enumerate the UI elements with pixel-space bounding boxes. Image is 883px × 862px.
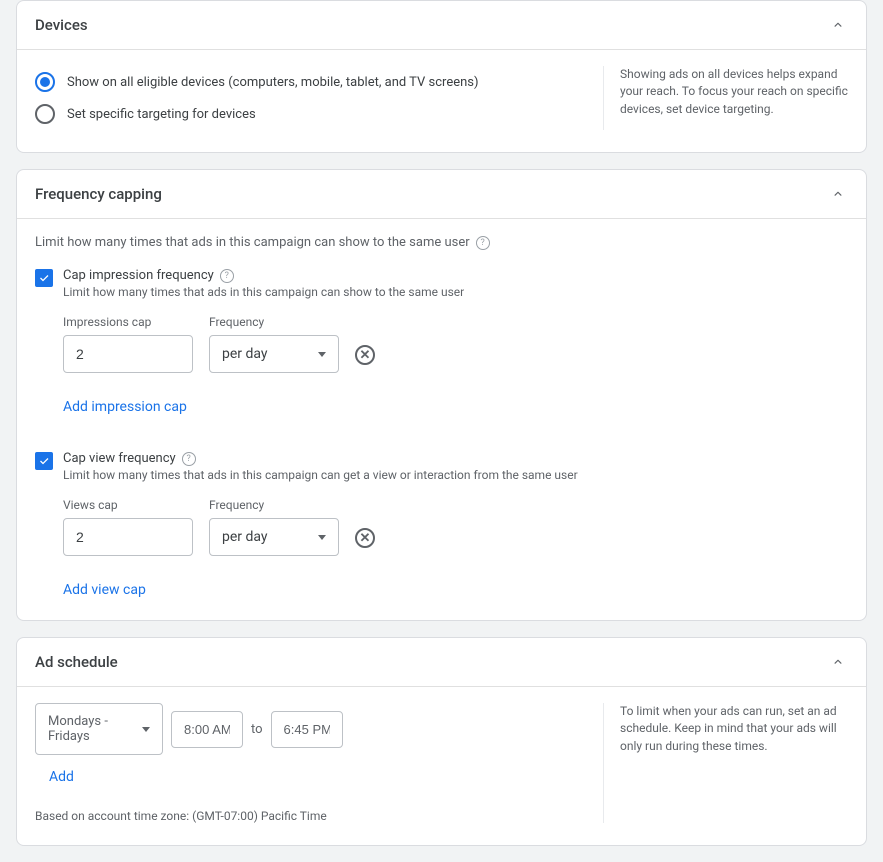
views-cap-input[interactable]: [63, 518, 193, 556]
devices-header[interactable]: Devices: [17, 1, 866, 50]
view-frequency-select[interactable]: per day: [209, 518, 339, 556]
chevron-up-icon[interactable]: [828, 652, 848, 672]
frequency-card: Frequency capping Limit how many times t…: [16, 169, 867, 621]
cap-impression-label: Cap impression frequency: [63, 268, 214, 283]
device-option-all-label: Show on all eligible devices (computers,…: [67, 75, 479, 90]
schedule-card: Ad schedule Mondays - Fridays to Add Bas…: [16, 637, 867, 846]
remove-impression-cap-icon[interactable]: ✕: [355, 345, 375, 365]
add-view-cap-link[interactable]: Add view cap: [63, 582, 146, 598]
frequency-header[interactable]: Frequency capping: [17, 170, 866, 219]
devices-options: Show on all eligible devices (computers,…: [35, 66, 587, 130]
impression-frequency-value: per day: [222, 346, 268, 362]
cap-view-checkbox[interactable]: [35, 452, 53, 470]
devices-card: Devices Show on all eligible devices (co…: [16, 0, 867, 153]
schedule-to-label: to: [251, 722, 263, 737]
device-option-specific-label: Set specific targeting for devices: [67, 107, 256, 122]
schedule-days-value: Mondays - Fridays: [48, 714, 142, 744]
remove-view-cap-icon[interactable]: ✕: [355, 528, 375, 548]
chevron-up-icon[interactable]: [828, 184, 848, 204]
cap-view-label: Cap view frequency: [63, 451, 176, 466]
device-option-specific[interactable]: Set specific targeting for devices: [35, 98, 587, 130]
schedule-add-link[interactable]: Add: [49, 769, 74, 785]
schedule-title: Ad schedule: [35, 653, 118, 671]
schedule-header[interactable]: Ad schedule: [17, 638, 866, 687]
caret-down-icon: [142, 727, 150, 732]
schedule-timezone-note: Based on account time zone: (GMT-07:00) …: [35, 809, 587, 823]
view-frequency-value: per day: [222, 529, 268, 545]
schedule-controls: Mondays - Fridays to Add Based on accoun…: [35, 703, 587, 823]
help-icon[interactable]: ?: [476, 236, 490, 250]
impressions-cap-label: Impressions cap: [63, 315, 193, 329]
chevron-up-icon[interactable]: [828, 15, 848, 35]
schedule-from-input[interactable]: [171, 711, 243, 748]
schedule-to-input[interactable]: [271, 711, 343, 748]
devices-title: Devices: [35, 16, 88, 34]
cap-view-desc: Limit how many times that ads in this ca…: [63, 468, 578, 482]
schedule-days-select[interactable]: Mondays - Fridays: [35, 703, 163, 755]
views-cap-label: Views cap: [63, 498, 193, 512]
schedule-help-text: To limit when your ads can run, set an a…: [603, 703, 848, 823]
caret-down-icon: [318, 352, 326, 357]
cap-impression-checkbox[interactable]: [35, 269, 53, 287]
device-option-all[interactable]: Show on all eligible devices (computers,…: [35, 66, 587, 98]
impression-frequency-label: Frequency: [209, 315, 339, 329]
view-frequency-label: Frequency: [209, 498, 339, 512]
radio-selected-icon: [35, 72, 55, 92]
frequency-intro: Limit how many times that ads in this ca…: [35, 235, 470, 250]
frequency-title: Frequency capping: [35, 185, 162, 203]
impressions-cap-input[interactable]: [63, 335, 193, 373]
caret-down-icon: [318, 535, 326, 540]
help-icon[interactable]: ?: [182, 452, 196, 466]
impression-frequency-select[interactable]: per day: [209, 335, 339, 373]
radio-unselected-icon: [35, 104, 55, 124]
devices-help-text: Showing ads on all devices helps expand …: [603, 66, 848, 130]
add-impression-cap-link[interactable]: Add impression cap: [63, 399, 187, 415]
cap-impression-desc: Limit how many times that ads in this ca…: [63, 285, 464, 299]
help-icon[interactable]: ?: [220, 269, 234, 283]
